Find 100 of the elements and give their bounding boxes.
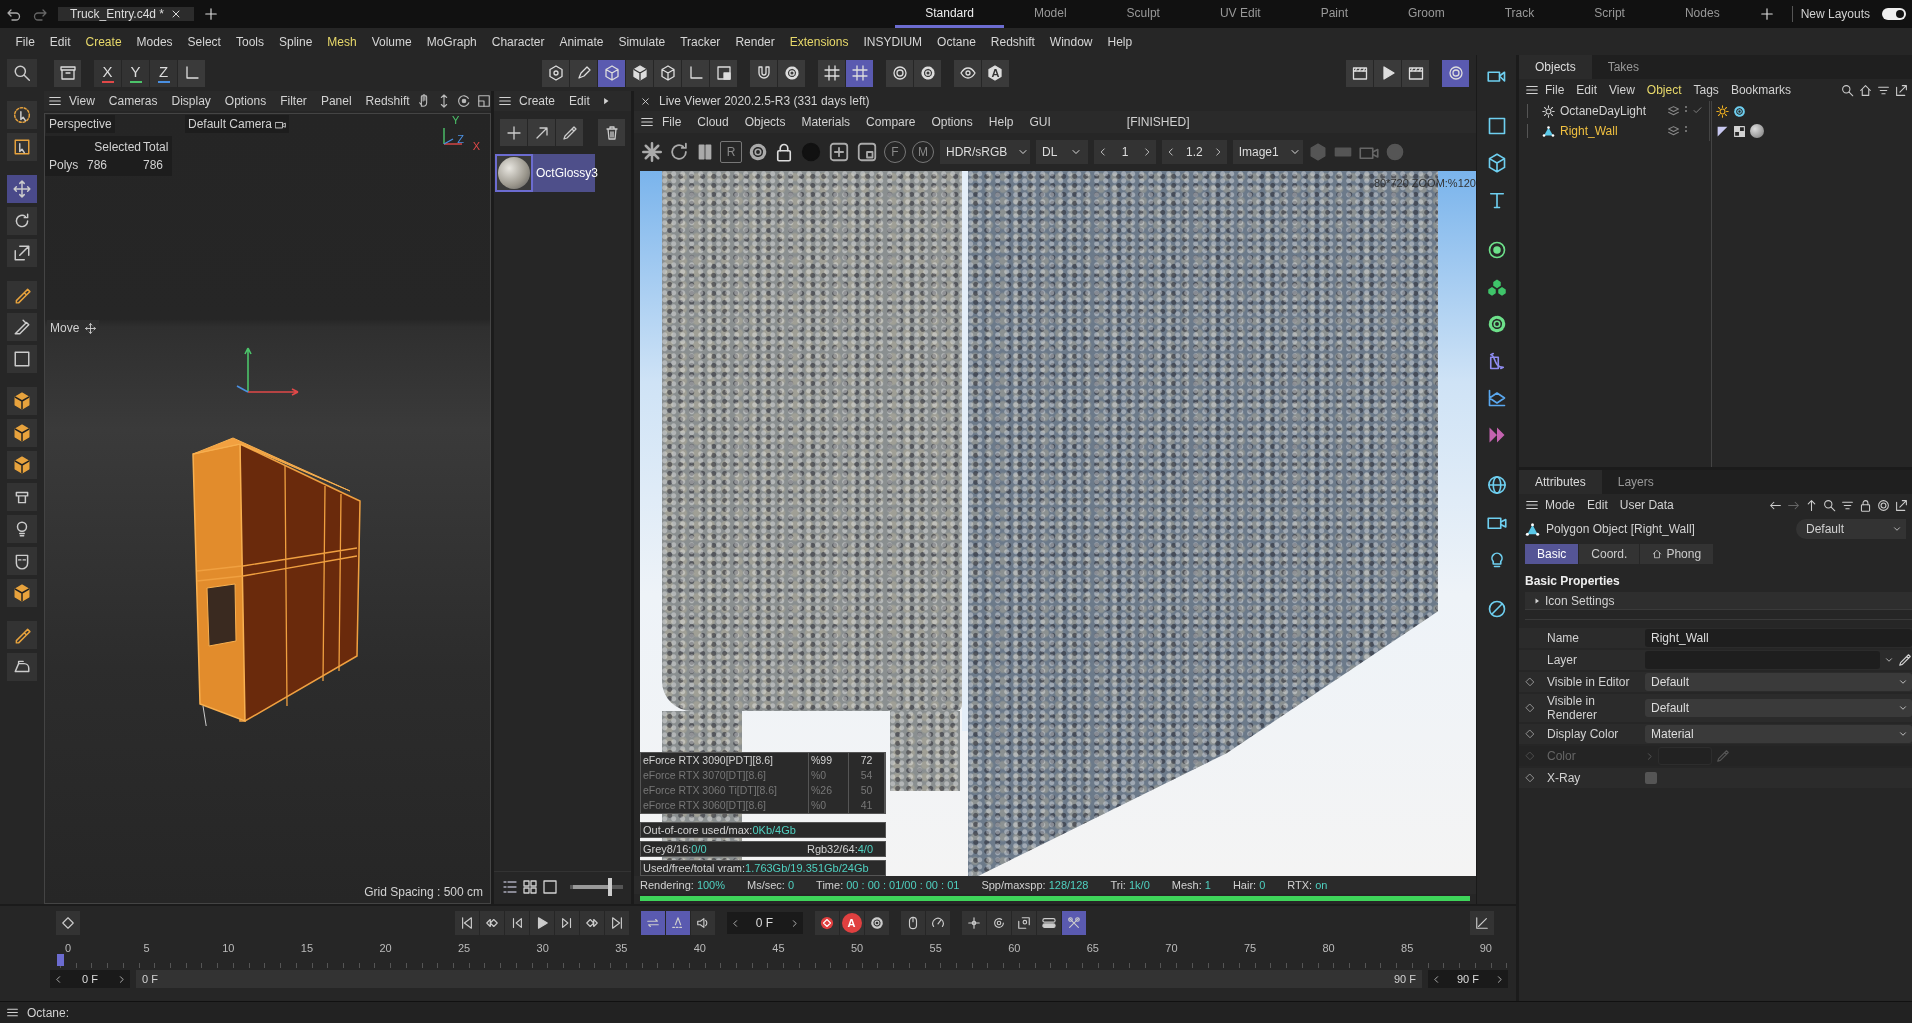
menu-item[interactable]: Create <box>78 34 130 49</box>
target-icon[interactable] <box>1877 498 1890 512</box>
half-filled-square-icon[interactable] <box>715 65 732 81</box>
mode-dropdown[interactable]: DL <box>1036 140 1088 164</box>
layout-tab[interactable]: Groom <box>1378 0 1475 28</box>
live-viewer-menu-item[interactable]: Cloud <box>689 115 737 129</box>
live-viewer-menu-item[interactable]: File <box>654 115 690 129</box>
region-icon[interactable] <box>856 141 878 163</box>
dropdown[interactable]: Default <box>1645 673 1912 691</box>
letter-button[interactable]: R <box>720 141 742 163</box>
brush-icon[interactable] <box>13 286 31 304</box>
live-viewer-menu-item[interactable]: Materials <box>793 115 859 129</box>
frame-cursor-icon[interactable] <box>13 138 31 156</box>
collapsible-group[interactable]: Icon Settings <box>1525 592 1912 610</box>
keyframe-diamond-icon[interactable] <box>1525 703 1535 713</box>
live-viewer-menu-item[interactable]: Options <box>923 115 981 129</box>
menu-item[interactable]: Extensions <box>782 34 856 49</box>
eye-icon[interactable] <box>959 65 976 81</box>
axis-lock-button[interactable]: Z <box>150 59 177 87</box>
layout-tab[interactable]: UV Edit <box>1189 0 1291 28</box>
attribute-tab[interactable]: Basic <box>1525 544 1579 564</box>
clapperboard-icon[interactable] <box>1351 65 1368 81</box>
step-forward-icon[interactable] <box>559 916 574 930</box>
menu-icon[interactable] <box>6 1006 19 1019</box>
axis-corner-icon[interactable] <box>183 65 200 81</box>
target-icon[interactable] <box>1447 65 1464 81</box>
3d-viewport[interactable]: Perspective Default Camera Selected Total Polys 786 786 Y Z X Move Grid Spacing : 500 cm <box>44 113 491 904</box>
menu-item[interactable]: File <box>8 34 43 49</box>
new-layouts-label[interactable]: New Layouts <box>1800 7 1870 21</box>
polygon-object-icon[interactable] <box>1542 124 1555 138</box>
keyframe-diamond-icon[interactable] <box>1525 677 1535 687</box>
target-icon[interactable] <box>891 65 908 81</box>
pen-icon[interactable] <box>575 65 592 81</box>
cloner-icon[interactable] <box>1486 277 1507 297</box>
record-key-icon[interactable] <box>819 916 834 930</box>
layout-tab[interactable]: Nodes <box>1654 0 1750 28</box>
menu-item[interactable]: Help <box>1100 34 1140 49</box>
viewport-menu-item[interactable]: View <box>62 94 102 108</box>
toggle-switch[interactable] <box>1882 8 1906 20</box>
menu-item[interactable]: Tools <box>228 34 272 49</box>
skip-to-start-icon[interactable] <box>459 916 474 930</box>
dots-icon[interactable] <box>1682 124 1690 133</box>
live-viewer-menu-item[interactable]: Help <box>980 115 1022 129</box>
mask-icon[interactable] <box>13 552 31 570</box>
live-viewer-menu-item[interactable]: Objects <box>736 115 794 129</box>
panel-tab[interactable]: Objects <box>1519 55 1592 79</box>
speaker-icon[interactable] <box>695 916 710 930</box>
cube-icon[interactable] <box>603 65 620 81</box>
scene-grid-icon[interactable] <box>1486 388 1507 408</box>
cube-icon[interactable] <box>13 456 31 474</box>
axis-lock-button[interactable]: X <box>94 59 121 87</box>
color-space-dropdown[interactable]: HDR/sRGB <box>940 140 1030 164</box>
menu-item[interactable]: Character <box>484 34 552 49</box>
move-key-icon[interactable] <box>966 916 981 930</box>
menu-item[interactable]: Simulate <box>610 34 673 49</box>
menu-item[interactable]: Edit <box>42 34 79 49</box>
attributes-menu-item[interactable]: Mode <box>1539 498 1582 512</box>
slider-fill[interactable] <box>573 885 611 889</box>
dots-icon[interactable] <box>1682 104 1690 113</box>
keyframe-diamond-icon[interactable] <box>1525 773 1535 783</box>
phong-tag-icon[interactable] <box>1716 124 1729 138</box>
menu-item[interactable]: MoGraph <box>419 34 485 49</box>
live-viewer-menu-item[interactable]: GUI <box>1021 115 1059 129</box>
lock-icon[interactable] <box>774 142 794 162</box>
layout-tab[interactable]: Track <box>1474 0 1565 28</box>
loop-icon[interactable] <box>645 916 660 930</box>
object-menu-item[interactable]: View <box>1603 83 1641 97</box>
menu-item[interactable]: Render <box>727 34 783 49</box>
menu-item[interactable]: Spline <box>271 34 320 49</box>
name-field[interactable]: Right_Wall <box>1645 629 1912 647</box>
dropdown[interactable]: Material <box>1645 725 1912 743</box>
grid-icon[interactable] <box>851 65 868 81</box>
autokey-button[interactable]: A <box>841 913 862 933</box>
hexagon-icon[interactable] <box>547 65 564 81</box>
material-tag-icon[interactable] <box>1750 124 1764 138</box>
search-icon[interactable] <box>1841 83 1854 97</box>
axis-corner-icon[interactable] <box>687 65 704 81</box>
attribute-tab[interactable]: Phong <box>1640 544 1714 564</box>
menu-item[interactable]: Animate <box>551 34 611 49</box>
panel-tab[interactable]: Layers <box>1601 470 1670 494</box>
layers-icon[interactable] <box>1667 124 1680 138</box>
home-icon[interactable] <box>1859 83 1872 97</box>
plus-icon[interactable] <box>505 124 522 141</box>
attribute-tab[interactable]: Coord. <box>1579 544 1640 564</box>
viewport-menu-item[interactable]: Display <box>164 94 218 108</box>
orbit-icon[interactable] <box>456 94 471 108</box>
spline-node-icon[interactable] <box>1486 240 1507 260</box>
move-icon[interactable] <box>13 180 31 198</box>
preset-dropdown[interactable]: Default <box>1796 519 1906 539</box>
menu-item[interactable]: Redshift <box>983 34 1043 49</box>
refresh-icon[interactable] <box>668 141 690 163</box>
viewport-menu-item[interactable]: Cameras <box>101 94 165 108</box>
check-icon[interactable] <box>1692 104 1703 116</box>
clapperboard-icon[interactable] <box>1407 65 1424 81</box>
menu-item[interactable]: Window <box>1042 34 1101 49</box>
stepper-field[interactable]: 1 <box>1094 140 1156 164</box>
camera-name-label[interactable]: Default Camera <box>185 115 290 133</box>
keyframe-diamond-icon[interactable] <box>1525 729 1535 739</box>
cube-icon[interactable] <box>13 424 31 442</box>
start-frame-field[interactable]: 0 F <box>50 970 130 988</box>
